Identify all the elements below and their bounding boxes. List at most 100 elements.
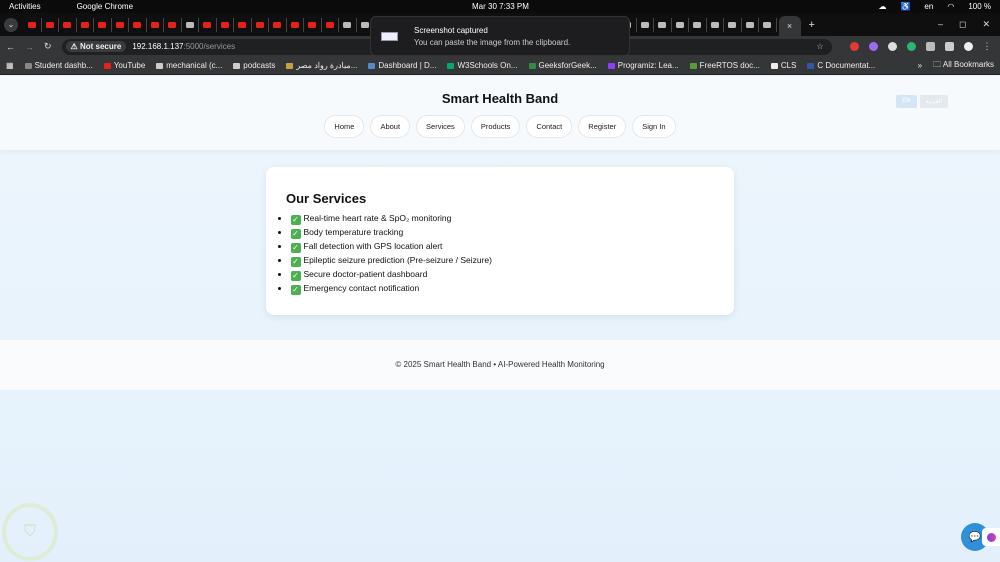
tab-other[interactable] — [707, 17, 724, 32]
tab-k-site[interactable] — [339, 17, 357, 32]
tab-search-button[interactable]: ⌄ — [4, 17, 18, 32]
extension-icon[interactable] — [849, 42, 859, 51]
bookmark-item[interactable]: YouTube — [103, 61, 146, 70]
accessibility-icon[interactable]: ♿ — [900, 2, 910, 11]
tab-youtube[interactable] — [59, 17, 77, 32]
system-top-bar: Activities Google Chrome Mar 30 7:33 PM … — [0, 0, 1000, 13]
youtube-icon — [168, 21, 177, 28]
lang-en-button[interactable]: EN — [896, 95, 917, 108]
bookmark-star-icon[interactable]: ☆ — [816, 42, 823, 51]
service-label: Real-time heart rate & SpO₂ monitoring — [303, 213, 452, 223]
tab-youtube[interactable] — [77, 17, 94, 32]
check-icon: ✓ — [290, 215, 301, 225]
check-icon: ✓ — [290, 243, 301, 253]
keyboard-language[interactable]: en — [924, 2, 933, 11]
youtube-icon — [45, 21, 54, 28]
service-item: ✓Fall detection with GPS location alert — [278, 239, 714, 253]
tab-other[interactable] — [689, 17, 707, 32]
extension-icon[interactable] — [887, 42, 897, 51]
services-title: Our Services — [286, 191, 367, 206]
screenshot-notification[interactable]: Screenshot captured You can paste the im… — [370, 16, 630, 56]
service-label: Secure doctor-patient dashboard — [303, 269, 428, 279]
tab-youtube[interactable] — [234, 17, 252, 32]
bookmark-label: YouTube — [113, 61, 146, 70]
nav-about[interactable]: About — [370, 115, 411, 138]
extensions-puzzle-icon[interactable] — [925, 42, 935, 51]
new-tab-button[interactable]: + — [809, 19, 815, 31]
bookmark-item[interactable]: Programiz: Lea... — [607, 61, 679, 70]
nav-contact[interactable]: Contact — [526, 115, 573, 138]
tab-youtube[interactable] — [287, 17, 304, 32]
services-card: Our Services ✓Real-time heart rate & SpO… — [266, 167, 734, 315]
extension-icon[interactable] — [868, 42, 878, 51]
tab-recording[interactable] — [182, 17, 199, 32]
tab-other[interactable] — [654, 17, 672, 32]
active-tab-close-button[interactable]: × — [778, 16, 801, 36]
bookmark-item[interactable]: FreeRTOS doc... — [689, 61, 760, 70]
site-brand[interactable]: Smart Health Band — [0, 76, 1000, 106]
bookmark-icon — [368, 62, 376, 69]
back-icon[interactable]: ← — [6, 42, 15, 52]
tab-other[interactable] — [742, 17, 759, 32]
battery-status[interactable]: 100 % — [968, 2, 991, 11]
activities-button[interactable]: Activities — [9, 2, 41, 11]
reload-icon[interactable]: ↻ — [44, 41, 52, 52]
clock[interactable]: Mar 30 7:33 PM — [472, 2, 529, 11]
extension-icon[interactable] — [906, 42, 916, 51]
tab-youtube[interactable] — [252, 17, 269, 32]
youtube-icon — [28, 21, 37, 28]
tab-other[interactable] — [637, 17, 654, 32]
youtube-icon — [80, 21, 89, 28]
bookmark-item[interactable]: W3Schools On... — [447, 61, 518, 70]
media-icon[interactable] — [944, 42, 954, 51]
profile-avatar[interactable] — [963, 42, 973, 51]
tab-youtube[interactable] — [94, 17, 112, 32]
bookmark-icon — [286, 62, 294, 69]
tab-youtube[interactable] — [24, 17, 42, 32]
language-switcher: EN العربية — [896, 95, 948, 108]
service-item: ✓Emergency contact notification — [278, 281, 714, 295]
wifi-icon[interactable]: ◠ — [947, 2, 954, 11]
minimize-button[interactable]: – — [938, 19, 943, 30]
lang-ar-button[interactable]: العربية — [919, 95, 948, 108]
assistant-extension-button[interactable] — [982, 528, 1000, 546]
not-secure-badge[interactable]: ⚠ Not secure — [65, 41, 127, 52]
bookmark-item[interactable]: Dashboard | D... — [368, 61, 436, 70]
extensions: ⋮ — [849, 42, 992, 51]
bookmark-item[interactable]: GeeksforGeek... — [528, 61, 597, 70]
tab-youtube[interactable] — [217, 17, 234, 32]
bookmark-item[interactable]: C Documentat... — [807, 61, 875, 70]
tab-youtube[interactable] — [322, 17, 339, 32]
menu-kebab-icon[interactable]: ⋮ — [983, 42, 992, 51]
bookmark-item[interactable]: mechanical (c... — [156, 61, 222, 70]
apps-grid-icon[interactable]: ▦ — [6, 61, 14, 70]
tab-youtube[interactable] — [112, 17, 129, 32]
bookmark-item[interactable]: CLS — [770, 61, 796, 70]
close-window-button[interactable]: ✕ — [982, 19, 990, 30]
tab-youtube[interactable] — [164, 17, 182, 32]
nav-services[interactable]: Services — [416, 115, 465, 138]
tab-youtube[interactable] — [129, 17, 147, 32]
bookmark-item[interactable]: podcasts — [233, 61, 275, 70]
youtube-icon — [273, 21, 282, 28]
nav-sign-in[interactable]: Sign In — [632, 115, 676, 138]
tab-other[interactable] — [759, 17, 777, 32]
maximize-button[interactable]: ◻ — [959, 19, 966, 30]
tab-other[interactable] — [724, 17, 742, 32]
tab-youtube[interactable] — [269, 17, 287, 32]
all-bookmarks-button[interactable]: 🗀 All Bookmarks — [933, 59, 994, 73]
nav-home[interactable]: Home — [324, 115, 365, 138]
nav-products[interactable]: Products — [470, 115, 521, 138]
bookmark-item[interactable]: مبادرة رواد مصر... — [286, 61, 357, 70]
bookmark-icon — [528, 62, 536, 69]
nav-register[interactable]: Register — [578, 115, 627, 138]
forward-icon[interactable]: → — [25, 42, 34, 52]
tab-youtube[interactable] — [42, 17, 59, 32]
tab-youtube[interactable] — [304, 17, 322, 32]
network-icon[interactable]: ☁ — [878, 2, 886, 11]
tab-other[interactable] — [672, 17, 689, 32]
bookmark-item[interactable]: Student dashb... — [24, 61, 93, 70]
tab-youtube[interactable] — [199, 17, 217, 32]
tab-youtube[interactable] — [147, 17, 164, 32]
bookmarks-overflow-button[interactable]: » — [918, 61, 922, 70]
